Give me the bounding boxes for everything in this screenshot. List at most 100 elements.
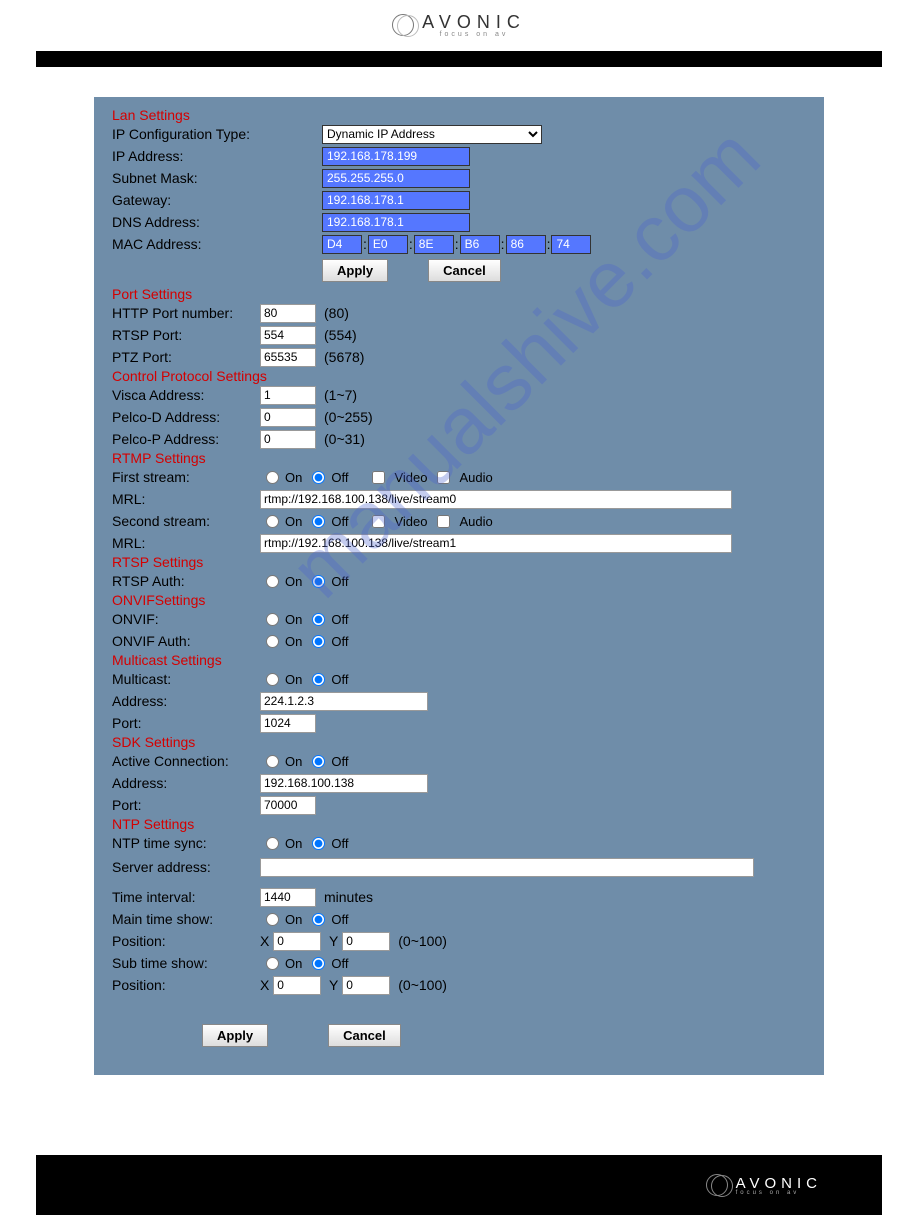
- rtsp-auth-on-radio[interactable]: [266, 575, 279, 588]
- http-port-label: HTTP Port number:: [112, 305, 260, 321]
- dns-label: DNS Address:: [112, 214, 322, 230]
- mac-4[interactable]: [460, 235, 500, 254]
- lan-cancel-button[interactable]: Cancel: [428, 259, 501, 282]
- sub-time-off-radio[interactable]: [312, 957, 325, 970]
- main-time-on-radio[interactable]: [266, 913, 279, 926]
- pelcop-hint: (0~31): [324, 431, 365, 447]
- onvif-label: ONVIF:: [112, 611, 260, 627]
- second-video-check[interactable]: [372, 515, 385, 528]
- main-time-label: Main time show:: [112, 911, 260, 927]
- section-sdk-title: SDK Settings: [112, 734, 812, 750]
- ntp-interval-input[interactable]: [260, 888, 316, 907]
- mac-6[interactable]: [551, 235, 591, 254]
- ntp-sync-off-radio[interactable]: [312, 837, 325, 850]
- second-stream-label: Second stream:: [112, 513, 260, 529]
- main-pos-label: Position:: [112, 933, 260, 949]
- footer-brand-name: AVONIC: [736, 1175, 822, 1192]
- sdk-addr-label: Address:: [112, 775, 260, 791]
- rtsp-auth-off-radio[interactable]: [312, 575, 325, 588]
- bottom-cancel-button[interactable]: Cancel: [328, 1024, 401, 1047]
- section-onvif-title: ONVIFSettings: [112, 592, 812, 608]
- sub-x-input[interactable]: [273, 976, 321, 995]
- multicast-port-label: Port:: [112, 715, 260, 731]
- logo-footer: AVONIC focus on av: [706, 1174, 822, 1196]
- ptz-port-hint: (5678): [324, 349, 364, 365]
- first-video-check[interactable]: [372, 471, 385, 484]
- first-stream-on-radio[interactable]: [266, 471, 279, 484]
- main-pos-hint: (0~100): [398, 933, 447, 949]
- header: AVONIC focus on av: [0, 0, 918, 51]
- sdk-off-radio[interactable]: [312, 755, 325, 768]
- rtsp-port-label: RTSP Port:: [112, 327, 260, 343]
- logo-top: AVONIC focus on av: [392, 12, 526, 38]
- sdk-active-label: Active Connection:: [112, 753, 260, 769]
- bottom-apply-button[interactable]: Apply: [202, 1024, 268, 1047]
- rtsp-auth-label: RTSP Auth:: [112, 573, 260, 589]
- subnet-label: Subnet Mask:: [112, 170, 322, 186]
- ip-address-input[interactable]: [322, 147, 470, 166]
- section-control-title: Control Protocol Settings: [112, 368, 812, 384]
- subnet-input[interactable]: [322, 169, 470, 188]
- main-x-input[interactable]: [273, 932, 321, 951]
- pelcod-input[interactable]: [260, 408, 316, 427]
- sub-time-label: Sub time show:: [112, 955, 260, 971]
- ip-config-label: IP Configuration Type:: [112, 126, 322, 142]
- mrl2-input[interactable]: [260, 534, 732, 553]
- brand-name: AVONIC: [422, 12, 526, 33]
- mrl1-input[interactable]: [260, 490, 732, 509]
- gateway-input[interactable]: [322, 191, 470, 210]
- rtsp-port-hint: (554): [324, 327, 357, 343]
- mac-1[interactable]: [322, 235, 362, 254]
- sub-y-input[interactable]: [342, 976, 390, 995]
- rtsp-port-input[interactable]: [260, 326, 316, 345]
- onvif-off-radio[interactable]: [312, 613, 325, 626]
- section-port-title: Port Settings: [112, 286, 812, 302]
- second-stream-on-radio[interactable]: [266, 515, 279, 528]
- sdk-on-radio[interactable]: [266, 755, 279, 768]
- second-audio-check[interactable]: [437, 515, 450, 528]
- mac-2[interactable]: [368, 235, 408, 254]
- main-y-input[interactable]: [342, 932, 390, 951]
- section-ntp-title: NTP Settings: [112, 816, 812, 832]
- mac-3[interactable]: [414, 235, 454, 254]
- second-stream-off-radio[interactable]: [312, 515, 325, 528]
- multicast-port-input[interactable]: [260, 714, 316, 733]
- gateway-label: Gateway:: [112, 192, 322, 208]
- logo-footer-icon: [706, 1174, 728, 1196]
- multicast-off-radio[interactable]: [312, 673, 325, 686]
- sub-time-on-radio[interactable]: [266, 957, 279, 970]
- visca-input[interactable]: [260, 386, 316, 405]
- settings-panel: manualshive.com Lan Settings IP Configur…: [94, 97, 824, 1075]
- multicast-addr-label: Address:: [112, 693, 260, 709]
- ip-config-select[interactable]: Dynamic IP Address: [322, 125, 542, 144]
- onvif-auth-on-radio[interactable]: [266, 635, 279, 648]
- first-audio-check[interactable]: [437, 471, 450, 484]
- sdk-port-input[interactable]: [260, 796, 316, 815]
- logo-icon: [392, 14, 414, 36]
- sdk-addr-input[interactable]: [260, 774, 428, 793]
- http-port-input[interactable]: [260, 304, 316, 323]
- pelcop-input[interactable]: [260, 430, 316, 449]
- ptz-port-input[interactable]: [260, 348, 316, 367]
- multicast-addr-input[interactable]: [260, 692, 428, 711]
- first-stream-off-radio[interactable]: [312, 471, 325, 484]
- mrl2-label: MRL:: [112, 535, 260, 551]
- lan-apply-button[interactable]: Apply: [322, 259, 388, 282]
- ntp-server-input[interactable]: [260, 858, 754, 877]
- sdk-port-label: Port:: [112, 797, 260, 813]
- section-rtmp-title: RTMP Settings: [112, 450, 812, 466]
- onvif-on-radio[interactable]: [266, 613, 279, 626]
- ntp-sync-on-radio[interactable]: [266, 837, 279, 850]
- dns-input[interactable]: [322, 213, 470, 232]
- pelcod-label: Pelco-D Address:: [112, 409, 260, 425]
- multicast-on-radio[interactable]: [266, 673, 279, 686]
- onvif-auth-off-radio[interactable]: [312, 635, 325, 648]
- mrl1-label: MRL:: [112, 491, 260, 507]
- onvif-auth-label: ONVIF Auth:: [112, 633, 260, 649]
- footer-bar: AVONIC focus on av: [36, 1155, 882, 1215]
- mac-5[interactable]: [506, 235, 546, 254]
- pelcop-label: Pelco-P Address:: [112, 431, 260, 447]
- sub-pos-hint: (0~100): [398, 977, 447, 993]
- ip-address-label: IP Address:: [112, 148, 322, 164]
- main-time-off-radio[interactable]: [312, 913, 325, 926]
